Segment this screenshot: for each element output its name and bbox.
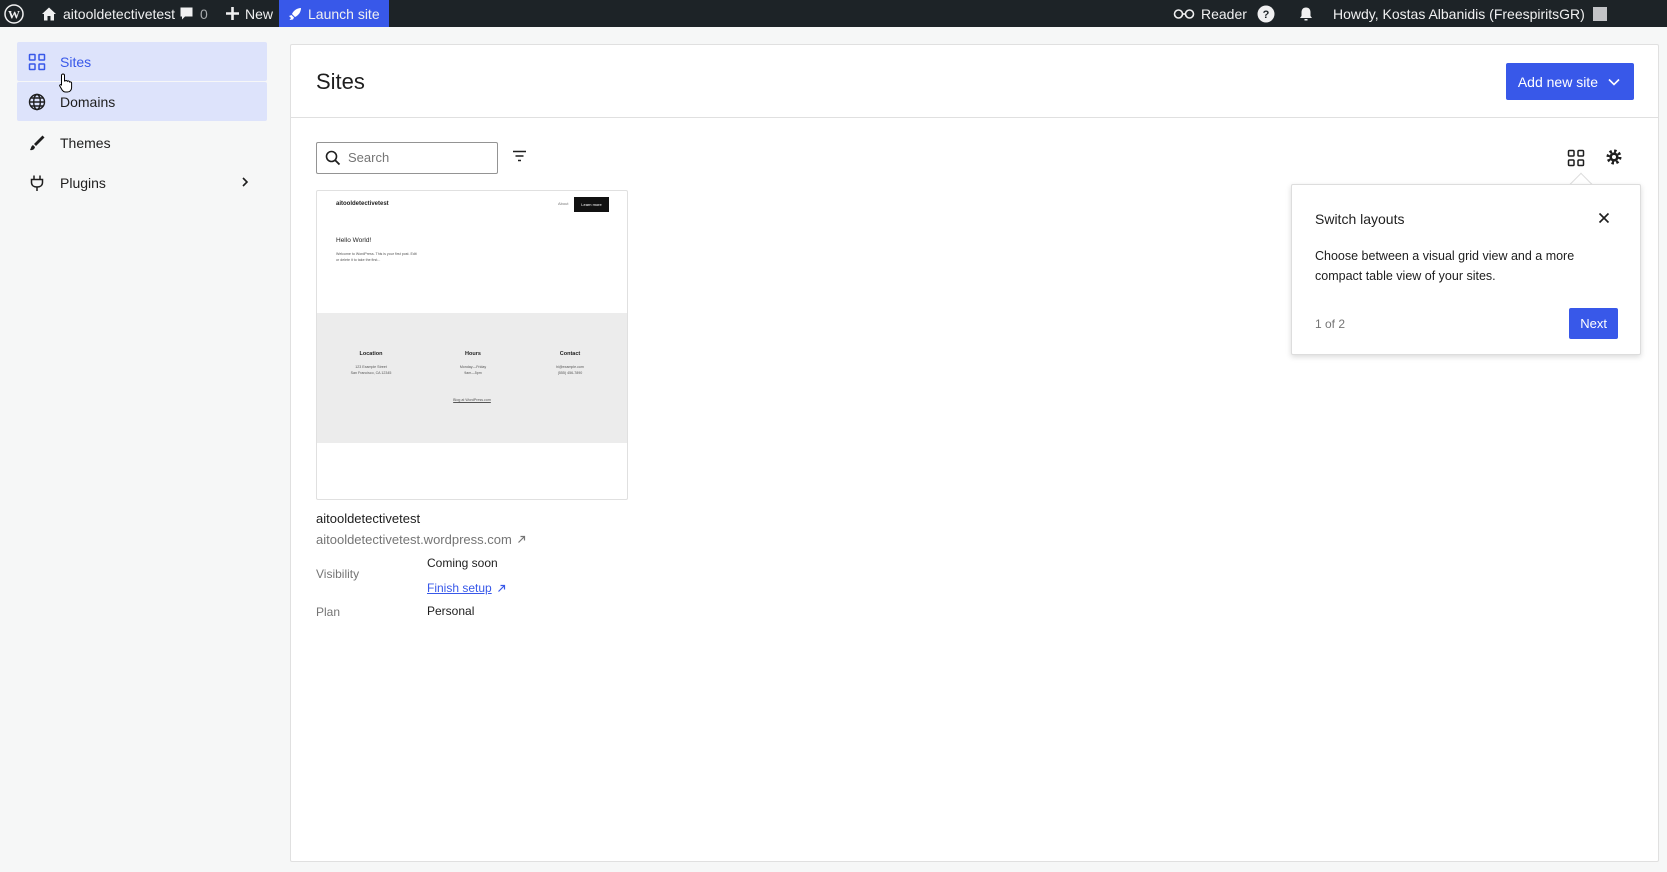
preview-column-heading: Contact [559,351,581,357]
sidebar-item-label: Sites [60,53,92,70]
hand-cursor-icon [59,73,73,93]
site-url: aitooldetectivetest.wordpress.com [316,532,512,547]
visibility-value: Coming soon [427,556,498,570]
new-label: New [245,5,274,22]
plus-icon [226,7,239,20]
preview-column-contact: Contact hi@example.com (555) 456-7890 [530,351,610,376]
launch-site-label: Launch site [308,5,380,22]
tour-title: Switch layouts [1315,211,1405,227]
comment-icon [180,7,193,20]
add-new-site-label: Add new site [1517,73,1598,90]
preview-heading: Hello World! [336,237,372,244]
chevron-down-icon [1608,78,1620,86]
comments-count: 0 [200,5,208,22]
chevron-right-icon [242,177,249,187]
preview-footer: Location 123 Example Street San Francisc… [317,313,627,443]
grid-icon [28,53,46,71]
admin-bar-new[interactable]: New [226,0,273,27]
sidebar-item-sites[interactable]: Sites [17,42,267,81]
notifications-bell-icon[interactable] [1298,0,1314,27]
svg-text:?: ? [1263,9,1270,21]
filter-button[interactable] [512,149,527,167]
plug-icon [30,175,44,191]
external-link-icon [517,535,525,543]
admin-bar-site[interactable]: aitooldetectivetest [41,0,175,27]
preview-blog-link: Blog at WordPress.com [453,398,491,402]
sidebar-item-plugins[interactable]: Plugins [17,163,267,202]
add-new-site-button[interactable]: Add new site [1505,63,1634,100]
tour-body: Choose between a visual grid view and a … [1315,249,1575,283]
close-icon [1598,212,1610,224]
sites-panel: Sites Add new site aitooldetectivetest A… [290,44,1659,862]
brush-icon [30,135,45,151]
plan-label: Plan [316,605,341,619]
site-preview-thumbnail[interactable]: aitooldetectivetest About Learn more Hel… [316,190,628,500]
admin-bar-account[interactable]: Howdy, Kostas Albanidis (FreespiritsGR) [1333,0,1607,27]
plan-value: Personal [427,604,475,618]
preview-nav-about: About [558,201,569,206]
preview-column-line: 9am—5pm [464,371,482,375]
finish-setup-label: Finish setup [427,581,492,595]
preview-column-heading: Hours [465,351,481,357]
sidebar: Sites Domains Themes Plugins [0,27,272,872]
avatar [1592,6,1607,21]
sidebar-item-themes[interactable]: Themes [17,123,267,162]
reader-glasses-icon [1173,8,1195,19]
tour-step-counter: 1 of 2 [1315,317,1346,331]
panel-header: Sites Add new site [291,45,1658,118]
preview-body: Welcome to WordPress. This is your first… [336,252,417,262]
sidebar-item-domains[interactable]: Domains [17,82,267,121]
view-settings-button[interactable] [1605,148,1623,171]
external-link-icon [497,584,505,592]
preview-column-line: (555) 456-7890 [557,371,583,375]
site-name[interactable]: aitooldetectivetest [316,511,420,526]
admin-bar-site-name: aitooldetectivetest [63,5,176,22]
reader-label: Reader [1201,5,1247,22]
switch-layouts-popover: Switch layouts Choose between a visual g… [1291,184,1641,355]
svg-text:W: W [8,7,20,21]
preview-column-hours: Hours Monday—Friday 9am—5pm [433,351,513,376]
rocket-icon [289,7,301,20]
admin-bar: W aitooldetectivetest 0 New Launch site … [0,0,1667,27]
preview-column-heading: Location [359,351,383,357]
finish-setup-link[interactable]: Finish setup [427,581,506,595]
admin-bar-reader[interactable]: Reader [1173,0,1247,27]
sidebar-item-label: Themes [60,134,111,151]
site-url-link[interactable]: aitooldetectivetest.wordpress.com [316,532,526,547]
preview-column-location: Location 123 Example Street San Francisc… [331,351,411,376]
close-button[interactable] [1598,211,1610,229]
help-icon[interactable]: ? [1257,0,1275,27]
globe-icon [28,93,46,111]
visibility-label: Visibility [316,567,360,581]
grid-layout-button[interactable] [1567,149,1585,172]
preview-nav-button: Learn more [574,197,609,212]
gear-icon [1606,149,1622,165]
grid-layout-icon [1567,149,1585,167]
filter-icon [513,150,526,162]
preview-column-line: San Francisco, CA 12345 [350,371,392,375]
howdy-greeting: Howdy, Kostas Albanidis (FreespiritsGR) [1333,5,1585,22]
home-icon [42,7,56,20]
search-field[interactable] [316,142,498,174]
sidebar-item-label: Plugins [60,174,106,191]
search-input[interactable] [348,150,488,165]
admin-bar-comments[interactable]: 0 [179,0,208,27]
launch-site-button[interactable]: Launch site [279,0,389,27]
sidebar-item-label: Domains [60,93,116,110]
preview-site-title: aitooldetectivetest [336,201,389,207]
page-title: Sites [316,69,365,94]
search-icon [325,150,341,166]
next-button[interactable]: Next [1569,308,1618,339]
wordpress-logo-icon[interactable]: W [4,0,24,27]
